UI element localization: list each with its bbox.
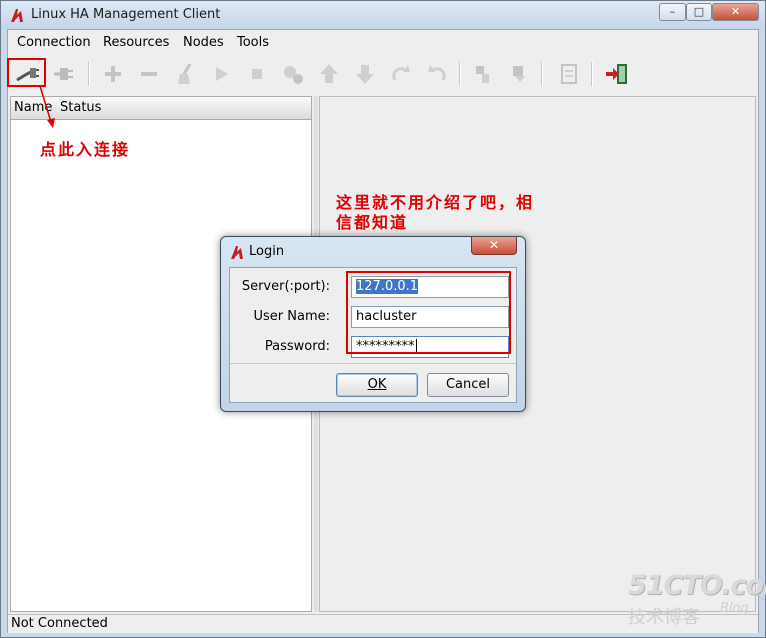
close-button[interactable]: ✕: [712, 3, 759, 21]
window-title: Linux HA Management Client: [31, 7, 221, 22]
server-label: Server(:port):: [241, 279, 330, 294]
redo-icon: [392, 65, 410, 81]
log-icon: [561, 64, 577, 84]
minimize-button[interactable]: –: [659, 3, 686, 21]
move-down-button[interactable]: [351, 60, 379, 88]
standby-button[interactable]: [469, 60, 497, 88]
active-button[interactable]: [505, 60, 533, 88]
toolbar-separator: [88, 62, 90, 86]
ok-label: OK: [367, 377, 387, 392]
title-bar[interactable]: Linux HA Management Client – □ ✕: [1, 1, 765, 29]
menu-bar: Connection Resources Nodes Tools: [8, 30, 758, 54]
app-logo-icon: [231, 246, 243, 259]
down-icon: [356, 65, 374, 84]
active-icon: [513, 66, 525, 82]
dialog-separator: [230, 363, 516, 364]
remove-button[interactable]: [135, 60, 163, 88]
watermark-site: 51CTO.com: [628, 570, 766, 601]
maximize-button[interactable]: □: [686, 3, 712, 21]
undo-button[interactable]: [423, 60, 451, 88]
watermark-blog: Blog: [720, 601, 749, 616]
toolbar-separator: [541, 62, 543, 86]
add-icon: [105, 66, 121, 82]
app-logo-icon: [11, 9, 23, 22]
watermark-tagline: 技术博客: [628, 607, 700, 628]
cleanup-button[interactable]: [171, 60, 199, 88]
start-button[interactable]: [207, 60, 235, 88]
dialog-close-button[interactable]: ✕: [471, 237, 517, 255]
menu-resources[interactable]: Resources: [103, 35, 169, 50]
cancel-button[interactable]: Cancel: [427, 373, 509, 397]
cleanup-icon: [178, 63, 192, 84]
connection-status: Not Connected: [11, 616, 108, 631]
undo-icon: [428, 65, 446, 81]
exit-icon: [606, 64, 627, 84]
move-up-button[interactable]: [315, 60, 343, 88]
remove-icon: [141, 72, 157, 76]
username-label: User Name:: [253, 309, 331, 324]
connect-highlight-box: [7, 58, 46, 87]
toolbar-separator: [591, 62, 593, 86]
annotation-arrow-icon: [39, 85, 55, 128]
redo-button[interactable]: [387, 60, 415, 88]
ok-button[interactable]: OK: [336, 373, 418, 397]
stop-icon: [252, 69, 262, 79]
toolbar: [8, 56, 758, 92]
manage-button[interactable]: [279, 60, 307, 88]
manage-icon: [284, 66, 303, 84]
menu-connection[interactable]: Connection: [17, 35, 91, 50]
log-button[interactable]: [555, 60, 583, 88]
start-icon: [216, 67, 228, 81]
fields-highlight-box: [346, 271, 511, 354]
stop-button[interactable]: [243, 60, 271, 88]
cancel-label: Cancel: [445, 377, 491, 392]
info-annotation-line2: 信都知道: [336, 213, 409, 232]
column-status[interactable]: Status: [60, 100, 101, 115]
toolbar-separator: [459, 62, 461, 86]
up-icon: [320, 64, 338, 83]
add-button[interactable]: [99, 60, 127, 88]
password-label: Password:: [264, 339, 330, 354]
info-annotation-line1: 这里就不用介绍了吧，相: [336, 193, 535, 212]
dialog-title: Login: [249, 244, 285, 259]
standby-icon: [476, 66, 489, 83]
menu-nodes[interactable]: Nodes: [183, 35, 224, 50]
exit-button[interactable]: [603, 60, 631, 88]
menu-tools[interactable]: Tools: [237, 35, 269, 50]
connect-annotation: 点此入连接: [40, 140, 131, 159]
